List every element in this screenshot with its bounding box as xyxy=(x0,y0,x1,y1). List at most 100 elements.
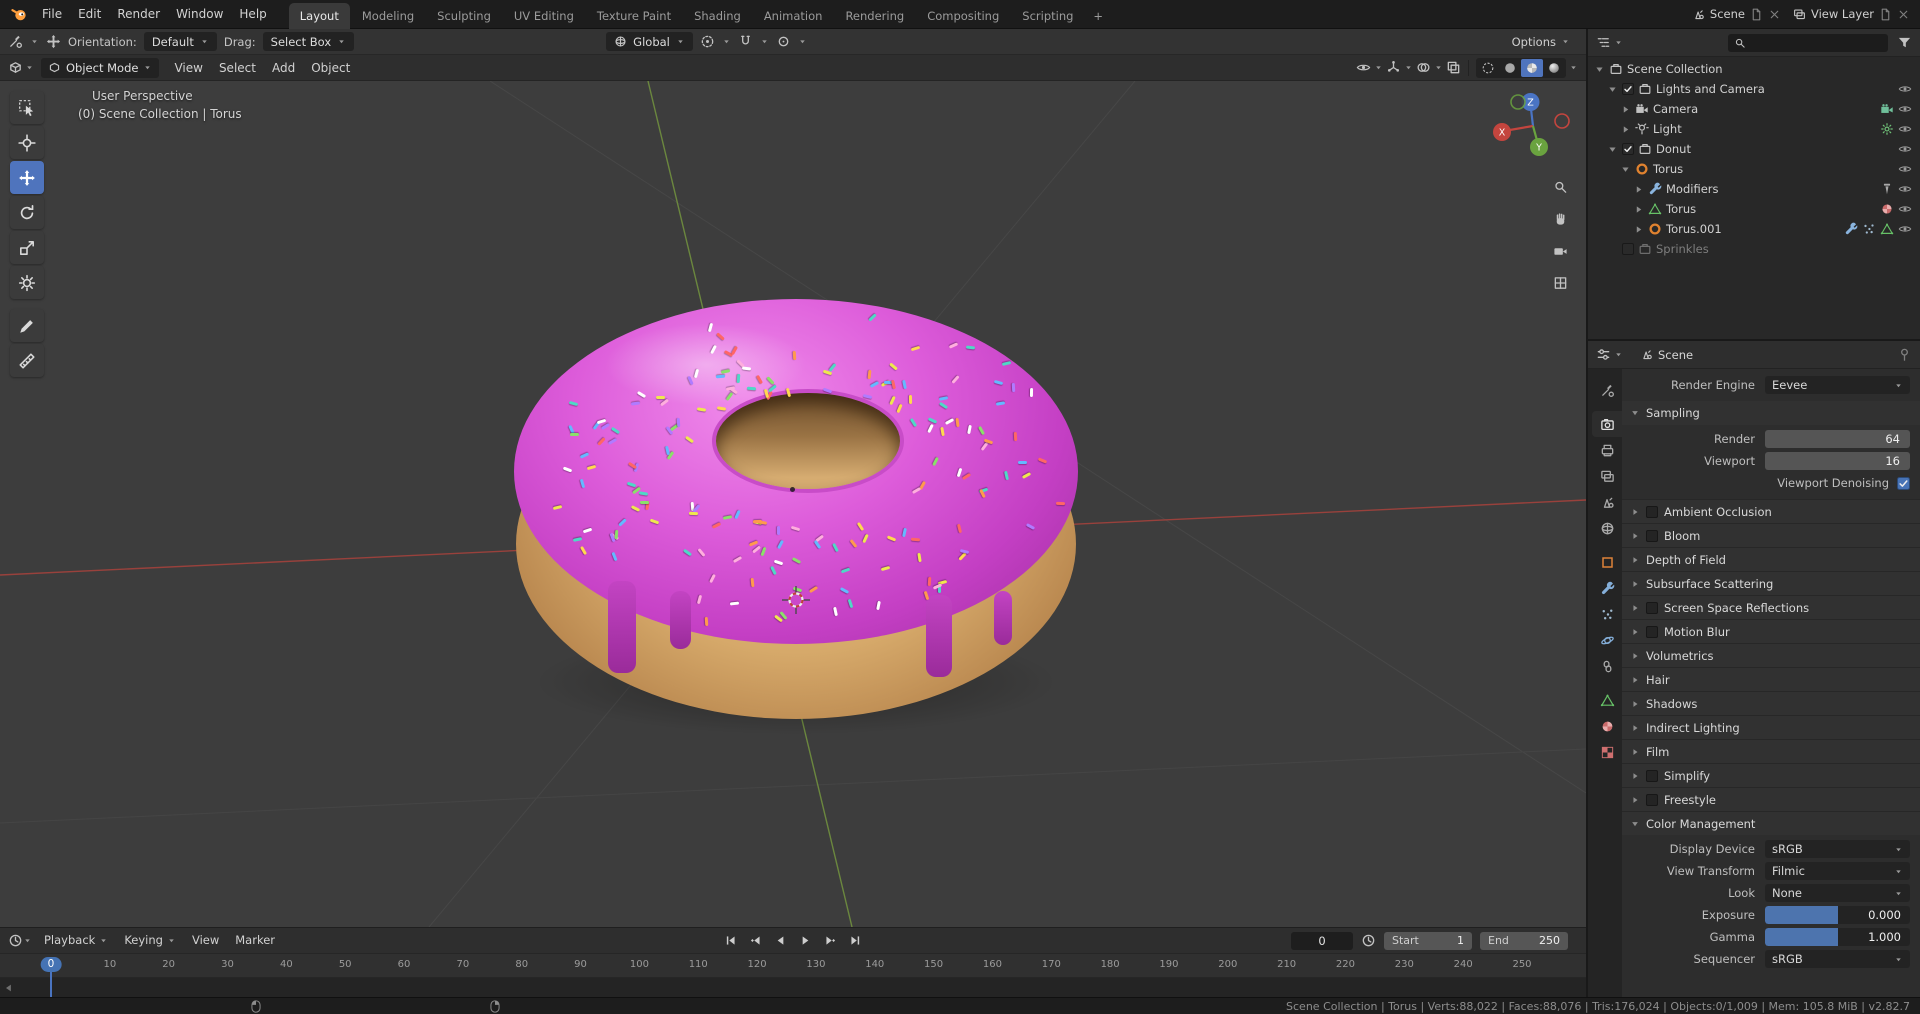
section-header-bloom[interactable]: Bloom xyxy=(1622,523,1920,547)
toggle-ortho-button[interactable] xyxy=(1547,269,1573,295)
transform-orientation-dropdown[interactable]: Global xyxy=(606,32,693,51)
snap-magnet-icon[interactable] xyxy=(738,34,753,49)
view-layer-selector[interactable]: View Layer xyxy=(1793,7,1910,21)
scene-selector[interactable]: Scene xyxy=(1692,7,1781,21)
property-slider-field[interactable]: 1.000 xyxy=(1765,928,1910,946)
section-header-shadows[interactable]: Shadows xyxy=(1622,691,1920,715)
section-header-depth-of-field[interactable]: Depth of Field xyxy=(1622,547,1920,571)
menu-render[interactable]: Render xyxy=(109,0,168,28)
tool-cursor-button[interactable] xyxy=(10,126,44,159)
options-dropdown[interactable]: Options xyxy=(1512,35,1570,49)
blender-logo-icon[interactable] xyxy=(10,5,28,23)
workspace-tab-scripting[interactable]: Scripting xyxy=(1011,3,1084,29)
properties-tab-world[interactable] xyxy=(1592,515,1622,541)
workspace-tab-shading[interactable]: Shading xyxy=(683,3,752,29)
section-checkbox[interactable] xyxy=(1646,625,1658,638)
pan-button[interactable] xyxy=(1547,205,1573,231)
section-header-volumetrics[interactable]: Volumetrics xyxy=(1622,643,1920,667)
active-tool-editor-icon[interactable] xyxy=(8,34,23,49)
workspace-tab-compositing[interactable]: Compositing xyxy=(916,3,1010,29)
timeline-menu-view[interactable]: View xyxy=(184,928,227,953)
properties-tab-physics[interactable] xyxy=(1592,627,1622,653)
workspace-tab-rendering[interactable]: Rendering xyxy=(834,3,915,29)
tool-measure-button[interactable] xyxy=(10,344,44,377)
properties-tab-particles[interactable] xyxy=(1592,601,1622,627)
workspace-tab-layout[interactable]: Layout xyxy=(288,2,350,29)
shading-rendered-button[interactable] xyxy=(1543,59,1565,77)
hide-in-viewport-eye-icon[interactable] xyxy=(1898,102,1912,116)
expand-toggle-icon[interactable] xyxy=(1607,84,1618,95)
pin-icon[interactable] xyxy=(1897,347,1912,362)
toggle-xray-icon[interactable] xyxy=(1446,60,1461,75)
properties-tab-mesh-data[interactable] xyxy=(1592,687,1622,713)
workspace-tab-sculpting[interactable]: Sculpting xyxy=(426,3,502,29)
remove-view-layer-icon[interactable] xyxy=(1897,8,1910,21)
timeline-ruler[interactable]: 0 10 20 30 40 50 60 70 80 90 100 110 120 130 140 150 160… xyxy=(0,954,1586,978)
hide-in-viewport-eye-icon[interactable] xyxy=(1898,142,1912,156)
properties-tab-modifiers[interactable] xyxy=(1592,575,1622,601)
playback-play-reverse-button[interactable] xyxy=(769,931,792,951)
property-number-field[interactable]: 16 xyxy=(1765,452,1910,470)
show-gizmos-icon[interactable] xyxy=(1386,60,1401,75)
property-select-field[interactable]: sRGB xyxy=(1765,840,1910,858)
expand-toggle-icon[interactable] xyxy=(1594,64,1605,75)
new-scene-icon[interactable] xyxy=(1750,8,1763,21)
property-slider-field[interactable]: 0.000 xyxy=(1765,906,1910,924)
drag-dropdown[interactable]: Select Box xyxy=(262,32,355,51)
zoom-button[interactable] xyxy=(1547,173,1573,199)
expand-toggle-icon[interactable] xyxy=(1620,124,1631,135)
expand-toggle-icon[interactable] xyxy=(1633,224,1644,235)
frame-start-field[interactable]: Start 1 xyxy=(1384,931,1472,950)
section-checkbox[interactable] xyxy=(1646,529,1658,542)
outliner-row-light[interactable]: Light xyxy=(1588,119,1920,139)
hide-in-viewport-eye-icon[interactable] xyxy=(1898,202,1912,216)
proportional-editing-icon[interactable] xyxy=(776,34,791,49)
expand-toggle-icon[interactable] xyxy=(1633,184,1644,195)
current-frame-field[interactable]: 0 xyxy=(1291,931,1353,950)
outliner-search-input[interactable] xyxy=(1728,33,1888,52)
render-engine-dropdown[interactable]: Eevee xyxy=(1765,376,1910,394)
section-header-indirect-lighting[interactable]: Indirect Lighting xyxy=(1622,715,1920,739)
editor-type-properties-icon[interactable] xyxy=(1596,347,1611,362)
tool-scale-button[interactable] xyxy=(10,231,44,264)
playback-jump-start-button[interactable] xyxy=(719,931,742,951)
properties-tab-texture[interactable] xyxy=(1592,739,1622,765)
expand-toggle-icon[interactable] xyxy=(1620,164,1631,175)
preview-range-clock-icon[interactable] xyxy=(1361,933,1376,948)
outliner-row-donut[interactable]: Donut xyxy=(1588,139,1920,159)
hide-in-viewport-eye-icon[interactable] xyxy=(1898,182,1912,196)
hide-in-viewport-eye-icon[interactable] xyxy=(1898,162,1912,176)
shading-solid-button[interactable] xyxy=(1499,59,1521,77)
properties-tab-scene[interactable] xyxy=(1592,489,1622,515)
section-header-simplify[interactable]: Simplify xyxy=(1622,763,1920,787)
workspace-tab-texture-paint[interactable]: Texture Paint xyxy=(586,3,682,29)
playback-play-button[interactable] xyxy=(794,931,817,951)
tool-transform-button[interactable] xyxy=(10,266,44,299)
hide-in-viewport-eye-icon[interactable] xyxy=(1898,82,1912,96)
tool-move-button[interactable] xyxy=(10,161,44,194)
viewport-menu-add[interactable]: Add xyxy=(264,54,303,82)
tool-annotate-button[interactable] xyxy=(10,309,44,342)
new-view-layer-icon[interactable] xyxy=(1879,8,1892,21)
timeline-track-area[interactable]: 0 10 20 30 40 50 60 70 80 90 100 110 120 130 140 150 160… xyxy=(0,954,1586,998)
expand-toggle-icon[interactable] xyxy=(1607,144,1618,155)
orientation-dropdown[interactable]: Default xyxy=(143,32,217,51)
playback-next-keyframe-button[interactable] xyxy=(819,931,842,951)
viewport-menu-view[interactable]: View xyxy=(166,54,210,82)
property-select-field[interactable]: None xyxy=(1765,884,1910,902)
properties-tab-object[interactable] xyxy=(1592,549,1622,575)
editor-type-outliner-icon[interactable] xyxy=(1596,35,1611,50)
outliner-row-sprinkles[interactable]: Sprinkles xyxy=(1588,239,1920,259)
collection-checkbox[interactable] xyxy=(1622,243,1634,255)
mode-selector[interactable]: Object Mode xyxy=(41,57,160,78)
pivot-point-icon[interactable] xyxy=(700,34,715,49)
outliner-row-camera[interactable]: Camera xyxy=(1588,99,1920,119)
timeline-menu-keying[interactable]: Keying xyxy=(116,928,184,953)
menu-window[interactable]: Window xyxy=(168,0,231,28)
current-frame-indicator[interactable]: 0 xyxy=(40,957,62,972)
outliner-row-lights-and-camera[interactable]: Lights and Camera xyxy=(1588,79,1920,99)
workspace-tab-animation[interactable]: Animation xyxy=(753,3,834,29)
properties-tab-tool[interactable] xyxy=(1592,377,1622,403)
properties-tab-output[interactable] xyxy=(1592,437,1622,463)
scrollbar-left-arrow-icon[interactable] xyxy=(3,982,15,994)
